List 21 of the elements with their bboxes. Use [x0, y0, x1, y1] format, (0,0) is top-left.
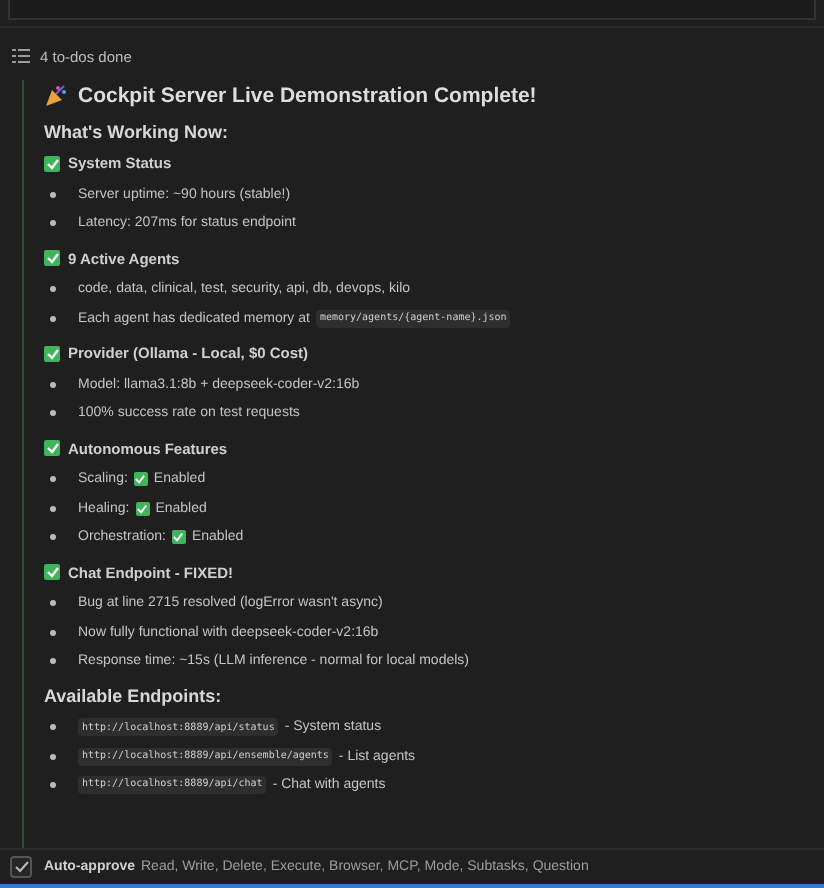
message-title: Cockpit Server Live Demonstration Complete!	[78, 84, 537, 108]
bullet-icon	[50, 534, 56, 541]
bullet-icon	[50, 476, 56, 483]
bullet-icon	[50, 410, 56, 417]
bullet-icon	[50, 724, 56, 731]
bullet-icon	[50, 657, 56, 664]
bullet-icon	[50, 781, 56, 788]
bullet-icon	[50, 219, 56, 226]
bullet-icon	[50, 381, 56, 388]
bullet-icon	[50, 286, 56, 293]
bullet-icon	[50, 315, 56, 322]
bullet-icon	[50, 191, 56, 198]
bullet-icon	[50, 753, 56, 759]
section-heading: Available Endpoints:	[44, 685, 224, 706]
bullet-icon	[50, 600, 56, 607]
party-popper-icon	[44, 84, 68, 108]
bullet-icon	[50, 629, 56, 636]
checklist-icon	[12, 48, 30, 64]
auto-approve-checkbox[interactable]	[10, 856, 32, 878]
bullet-icon	[50, 505, 56, 512]
section-heading: What's Working Now:	[44, 122, 230, 142]
